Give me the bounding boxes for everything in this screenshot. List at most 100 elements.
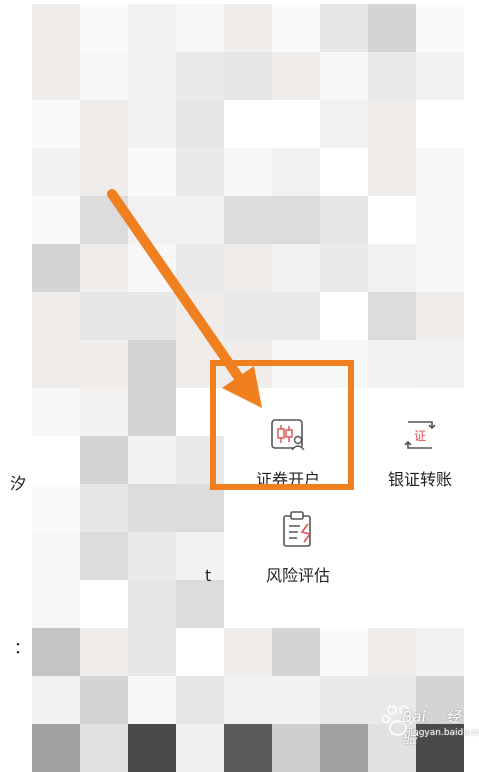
mosaic-tile <box>272 724 320 772</box>
mosaic-tile <box>128 676 176 724</box>
mosaic-tile <box>272 100 320 148</box>
mosaic-tile <box>416 340 464 388</box>
mosaic-tile <box>320 292 368 340</box>
mosaic-tile <box>128 244 176 292</box>
edge-fragment: 汐 <box>10 474 27 493</box>
mosaic-tile <box>416 196 464 244</box>
baidu-watermark: Bai经验 jingyan.baidu.com <box>360 700 479 748</box>
mosaic-tile <box>32 196 80 244</box>
mosaic-tile <box>224 52 272 100</box>
mosaic-tile <box>128 52 176 100</box>
mosaic-tile <box>272 676 320 724</box>
mosaic-tile <box>128 436 176 484</box>
mosaic-tile <box>176 676 224 724</box>
watermark-brand: Bai 经验 <box>402 708 461 747</box>
menu-label: 银证转账 <box>387 470 452 489</box>
mosaic-tile <box>416 52 464 100</box>
mosaic-tile <box>32 148 80 196</box>
mosaic-tile <box>80 52 128 100</box>
mosaic-tile <box>32 484 80 532</box>
mosaic-tile <box>128 340 176 388</box>
mosaic-tile <box>80 484 128 532</box>
mosaic-tile <box>128 4 176 52</box>
mosaic-tile <box>80 532 128 580</box>
mosaic-tile <box>80 436 128 484</box>
mosaic-tile <box>224 724 272 772</box>
mosaic-tile <box>272 52 320 100</box>
mosaic-tile <box>80 196 128 244</box>
mosaic-tile <box>32 388 80 436</box>
menu-label: 风险评估 <box>265 566 330 585</box>
mosaic-tile <box>416 292 464 340</box>
mosaic-tile <box>80 340 128 388</box>
mosaic-tile <box>128 484 176 532</box>
menu-item-risk-assessment[interactable]: 风险评估 <box>258 510 338 586</box>
mosaic-tile <box>272 244 320 292</box>
mosaic-tile <box>224 148 272 196</box>
mosaic-tile <box>320 244 368 292</box>
mosaic-tile <box>32 628 80 676</box>
mosaic-tile <box>32 580 80 628</box>
mosaic-tile <box>80 244 128 292</box>
mosaic-tile <box>80 676 128 724</box>
edge-fragment: ： <box>14 638 31 657</box>
mosaic-tile <box>176 628 224 676</box>
mosaic-tile <box>416 100 464 148</box>
mosaic-tile <box>176 196 224 244</box>
mosaic-tile <box>272 196 320 244</box>
mosaic-tile <box>416 148 464 196</box>
mosaic-tile <box>416 244 464 292</box>
mosaic-tile <box>128 100 176 148</box>
mosaic-tile <box>368 4 416 52</box>
mosaic-tile <box>176 244 224 292</box>
mosaic-tile <box>80 628 128 676</box>
mosaic-tile <box>224 196 272 244</box>
mosaic-tile <box>32 436 80 484</box>
mosaic-tile <box>224 628 272 676</box>
mosaic-tile <box>368 244 416 292</box>
mosaic-tile <box>320 196 368 244</box>
mosaic-tile <box>176 580 224 628</box>
mosaic-tile <box>368 100 416 148</box>
mosaic-tile <box>128 580 176 628</box>
mosaic-tile <box>368 628 416 676</box>
mosaic-tile <box>224 244 272 292</box>
mosaic-tile <box>176 484 224 532</box>
mosaic-tile <box>128 628 176 676</box>
watermark-url: jingyan.baidu.com <box>408 728 479 738</box>
mosaic-tile <box>32 724 80 772</box>
mosaic-tile <box>128 148 176 196</box>
mosaic-tile <box>272 4 320 52</box>
mosaic-tile <box>128 532 176 580</box>
mosaic-tile <box>32 676 80 724</box>
mosaic-tile <box>176 148 224 196</box>
mosaic-tile <box>32 292 80 340</box>
mosaic-tile <box>176 4 224 52</box>
mosaic-tile <box>368 340 416 388</box>
mosaic-tile <box>320 100 368 148</box>
mosaic-tile <box>80 100 128 148</box>
mosaic-tile <box>368 292 416 340</box>
mosaic-tile <box>320 4 368 52</box>
mosaic-tile <box>32 244 80 292</box>
mosaic-tile <box>416 4 464 52</box>
mosaic-tile <box>128 388 176 436</box>
mosaic-tile <box>272 148 320 196</box>
transfer-cert-icon: 证 <box>404 421 436 449</box>
mosaic-tile <box>80 148 128 196</box>
mosaic-tile <box>320 628 368 676</box>
mosaic-tile <box>368 196 416 244</box>
mosaic-tile <box>80 388 128 436</box>
cert-badge: 证 <box>414 429 426 443</box>
mosaic-tile <box>368 148 416 196</box>
menu-item-bank-securities-transfer[interactable]: 证 银证转账 <box>380 418 460 490</box>
mosaic-tile <box>224 100 272 148</box>
mosaic-tile <box>176 532 224 580</box>
mosaic-tile <box>128 724 176 772</box>
mosaic-tile <box>80 292 128 340</box>
edge-fragment: t <box>205 566 212 585</box>
mosaic-tile <box>272 292 320 340</box>
mosaic-tile <box>224 292 272 340</box>
mosaic-tile <box>128 196 176 244</box>
mosaic-tile <box>224 4 272 52</box>
